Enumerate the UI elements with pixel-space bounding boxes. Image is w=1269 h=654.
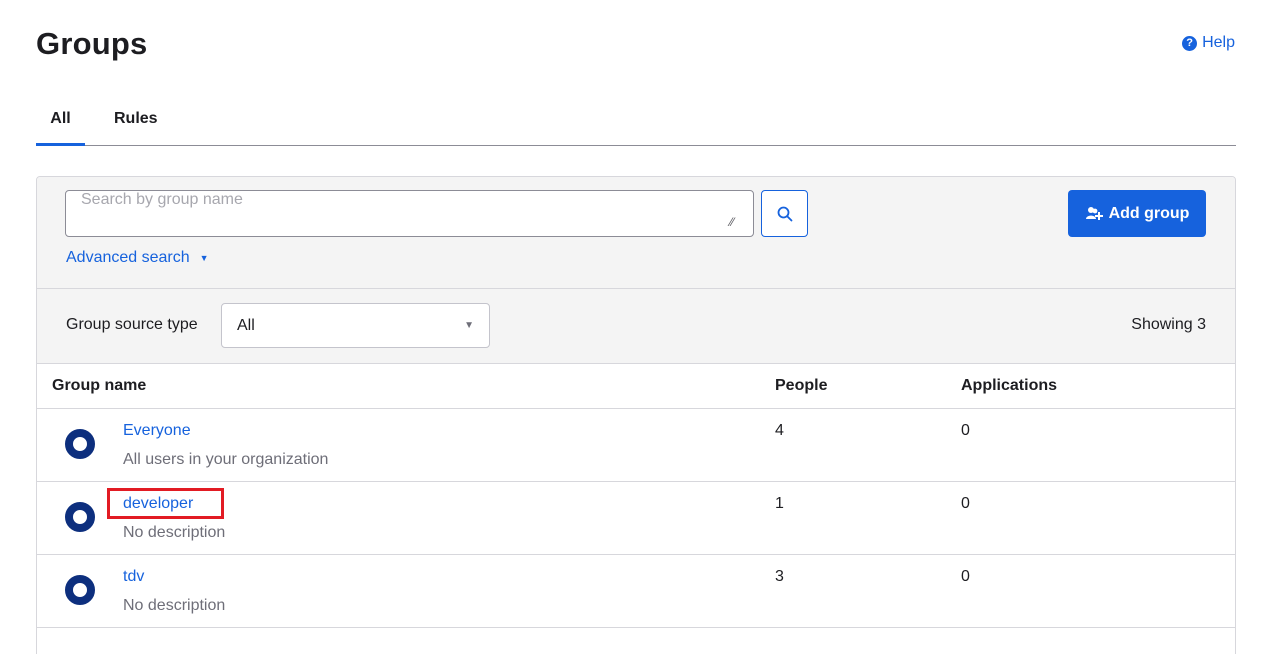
table-row: developer No description 1 0 [37, 482, 1235, 555]
group-description: No description [123, 524, 226, 541]
result-count: Showing 3 [1131, 316, 1206, 333]
caret-down-icon: ▼ [199, 253, 209, 263]
group-source-type-select[interactable]: All ▼ [221, 303, 490, 348]
advanced-search-label: Advanced search [66, 249, 190, 266]
group-name-link[interactable]: tdv [123, 568, 144, 586]
search-toolbar: ⁄⁄ Advanced search ▼ Add group [37, 177, 1235, 289]
help-label: Help [1202, 34, 1235, 51]
group-icon [65, 502, 95, 532]
people-count: 1 [775, 495, 784, 512]
group-icon [65, 575, 95, 605]
chevron-down-icon: ▼ [464, 320, 474, 331]
groups-panel: ⁄⁄ Advanced search ▼ Add group Group sou… [36, 176, 1236, 654]
search-button[interactable] [761, 190, 808, 237]
advanced-search-toggle[interactable]: Advanced search ▼ [66, 249, 209, 267]
tab-rules[interactable]: Rules [114, 100, 158, 146]
people-count: 4 [775, 422, 784, 439]
group-description: No description [123, 597, 226, 614]
add-group-icon [1085, 206, 1103, 220]
group-icon [65, 429, 95, 459]
column-header-group-name[interactable]: Group name [52, 377, 146, 395]
applications-count: 0 [961, 495, 970, 512]
group-name-link[interactable]: Everyone [123, 422, 191, 440]
filter-bar: Group source type All ▼ Showing 3 [37, 289, 1235, 364]
table-row: tdv No description 3 0 [37, 555, 1235, 628]
people-count: 3 [775, 568, 784, 585]
search-icon [777, 206, 792, 221]
column-header-people[interactable]: People [775, 377, 827, 395]
group-name-link[interactable]: developer [123, 495, 193, 513]
group-source-type-label: Group source type [66, 316, 198, 333]
question-circle-icon: ? [1182, 35, 1198, 51]
help-link[interactable]: ? Help [1182, 34, 1235, 52]
tab-all[interactable]: All [36, 100, 85, 146]
add-group-label: Add group [1108, 204, 1190, 222]
select-value: All [237, 316, 255, 334]
tab-bar: All Rules [36, 100, 1236, 146]
resize-grip-icon[interactable]: ⁄⁄ [730, 215, 734, 229]
page-title: Groups [36, 26, 148, 61]
table-row: Everyone All users in your organization … [37, 409, 1235, 482]
applications-count: 0 [961, 568, 970, 585]
applications-count: 0 [961, 422, 970, 439]
search-input[interactable] [65, 190, 754, 237]
column-header-applications[interactable]: Applications [961, 377, 1057, 395]
group-description: All users in your organization [123, 451, 329, 468]
table-header: Group name People Applications [37, 364, 1235, 409]
add-group-button[interactable]: Add group [1068, 190, 1206, 237]
